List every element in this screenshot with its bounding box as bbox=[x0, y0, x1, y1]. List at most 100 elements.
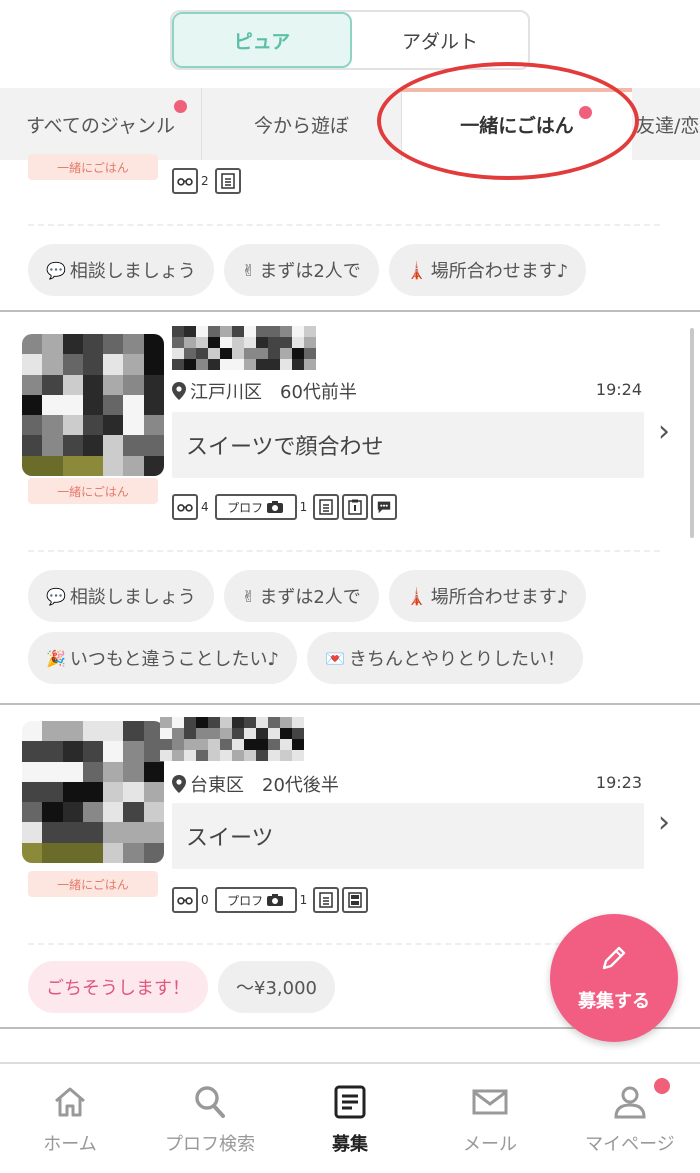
mosaic-cell bbox=[123, 374, 144, 395]
chevron-right-icon[interactable]: › bbox=[658, 805, 670, 840]
tag-chip-treat: ごちそうします！ bbox=[28, 961, 208, 1013]
mosaic-cell bbox=[62, 842, 83, 863]
mosaic-cell bbox=[280, 739, 292, 750]
mosaic-cell bbox=[82, 394, 104, 416]
mosaic-cell bbox=[172, 728, 184, 739]
mosaic-cell bbox=[42, 741, 63, 762]
genre-tab-dinner[interactable]: 一緒にごはん bbox=[402, 88, 632, 160]
mosaic-cell bbox=[172, 750, 184, 761]
mosaic-cell bbox=[184, 717, 196, 728]
mosaic-cell bbox=[42, 842, 63, 863]
mosaic-cell bbox=[268, 728, 280, 739]
post-icon-row: 4 プロフ 1 bbox=[172, 494, 398, 520]
mosaic-cell bbox=[103, 761, 124, 782]
genre-tab-friends[interactable]: 友達/恋 bbox=[632, 88, 700, 160]
notification-dot bbox=[654, 1078, 670, 1094]
document-icon bbox=[214, 168, 241, 194]
tower-icon: 🗼 bbox=[406, 586, 427, 606]
mosaic-cell bbox=[208, 750, 220, 761]
toggle-pure[interactable]: ピュア bbox=[172, 12, 352, 68]
mosaic-cell bbox=[143, 802, 164, 823]
mosaic-cell bbox=[292, 750, 304, 761]
mosaic-cell bbox=[22, 781, 43, 803]
mosaic-cell bbox=[292, 337, 304, 348]
mosaic-cell bbox=[184, 326, 196, 337]
nav-mypage[interactable]: マイページ bbox=[560, 1064, 700, 1173]
location-line: 江戸川区 60代前半 bbox=[172, 378, 357, 404]
mosaic-cell bbox=[42, 455, 63, 476]
tag-chip-budget: 〜¥3,000 bbox=[218, 961, 335, 1013]
tag-chip: 💌 きちんとやりとりしたい！ bbox=[307, 632, 583, 684]
mosaic-cell bbox=[42, 435, 63, 456]
nav-home[interactable]: ホーム bbox=[0, 1064, 140, 1173]
mosaic-cell bbox=[160, 739, 172, 750]
chip-list: 💬 相談しましょう ✌ まずは2人で 🗼 場所合わせます♪ bbox=[28, 244, 680, 296]
mosaic-cell bbox=[196, 337, 208, 348]
mosaic-cell bbox=[103, 334, 124, 355]
mosaic-cell bbox=[244, 717, 256, 728]
mosaic-cell bbox=[143, 781, 164, 803]
mosaic-cell bbox=[143, 394, 164, 416]
mosaic-cell bbox=[256, 326, 268, 337]
chat-icon bbox=[371, 494, 398, 520]
mosaic-cell bbox=[184, 348, 196, 359]
mosaic-cell bbox=[196, 326, 208, 337]
toggle-adult[interactable]: アダルト bbox=[352, 12, 528, 68]
mosaic-cell bbox=[82, 741, 104, 762]
mosaic-cell bbox=[256, 728, 268, 739]
mosaic-cell bbox=[103, 781, 124, 803]
scrollbar[interactable] bbox=[690, 328, 694, 538]
mosaic-cell bbox=[292, 348, 304, 359]
mosaic-cell bbox=[123, 334, 144, 355]
mosaic-cell bbox=[268, 348, 280, 359]
mosaic-cell bbox=[62, 435, 83, 456]
mosaic-cell bbox=[268, 750, 280, 761]
create-post-label: 募集する bbox=[578, 991, 650, 1012]
mosaic-cell bbox=[62, 822, 83, 843]
mosaic-cell bbox=[22, 415, 43, 436]
mosaic-cell bbox=[82, 842, 104, 863]
glasses-icon bbox=[172, 494, 198, 520]
mosaic-cell bbox=[268, 337, 280, 348]
genre-tab-label: すべてのジャンル bbox=[26, 114, 175, 137]
mosaic-cell bbox=[196, 717, 208, 728]
nav-recruit[interactable]: 募集 bbox=[280, 1064, 420, 1173]
mosaic-cell bbox=[123, 842, 144, 863]
mosaic-cell bbox=[22, 455, 43, 476]
mosaic-cell bbox=[143, 761, 164, 782]
create-post-button[interactable]: 募集する bbox=[550, 914, 678, 1042]
genre-tab-play-now[interactable]: 今から遊ぼ bbox=[202, 88, 402, 160]
chevron-right-icon[interactable]: › bbox=[658, 414, 670, 449]
glasses-icon bbox=[172, 168, 198, 194]
mosaic-cell bbox=[123, 415, 144, 436]
nav-profile-search[interactable]: プロフ検索 bbox=[140, 1064, 280, 1173]
nav-mail[interactable]: メール bbox=[420, 1064, 560, 1173]
mosaic-cell bbox=[42, 334, 63, 355]
mosaic-cell bbox=[256, 348, 268, 359]
mosaic-cell bbox=[62, 741, 83, 762]
mosaic-cell bbox=[82, 415, 104, 436]
mosaic-cell bbox=[42, 415, 63, 436]
mosaic-cell bbox=[82, 354, 104, 375]
mosaic-cell bbox=[220, 750, 232, 761]
clipboard-icon bbox=[342, 494, 369, 520]
genre-tab-label: 今から遊ぼ bbox=[253, 114, 349, 137]
post-icon-row: 0 プロフ 1 bbox=[172, 887, 369, 913]
mosaic-cell bbox=[123, 741, 144, 762]
post-card[interactable]: 一緒にごはん 江戸川区 60代前半 19:24 スイーツで顔合わせ › 4 プロ… bbox=[0, 312, 700, 705]
post-card-partial[interactable]: 一緒にごはん 2 💬 相談しましょう ✌ まずは2人で 🗼 場所合わせます♪ bbox=[0, 154, 700, 312]
mosaic-cell bbox=[160, 750, 172, 761]
nickname-mosaic bbox=[160, 717, 304, 761]
mosaic-cell bbox=[244, 739, 256, 750]
photo-count: 1 bbox=[299, 893, 308, 907]
mosaic-cell bbox=[103, 721, 124, 742]
genre-tab-all[interactable]: すべてのジャンル bbox=[0, 88, 202, 160]
mosaic-cell bbox=[62, 415, 83, 436]
mosaic-cell bbox=[172, 359, 184, 370]
mosaic-cell bbox=[196, 739, 208, 750]
mosaic-cell bbox=[268, 739, 280, 750]
mosaic-cell bbox=[184, 750, 196, 761]
mosaic-cell bbox=[103, 435, 124, 456]
mosaic-cell bbox=[103, 822, 124, 843]
nav-label: プロフ検索 bbox=[165, 1133, 255, 1155]
